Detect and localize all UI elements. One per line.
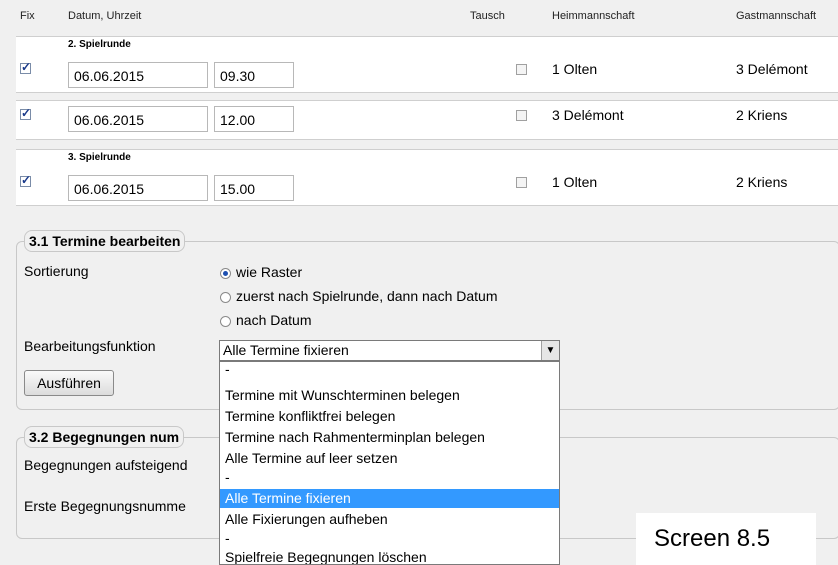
- table-row: 06.06.2015 09.30 1 Olten 3 Delémont: [16, 54, 838, 93]
- chevron-down-icon[interactable]: ▼: [541, 341, 559, 360]
- time-input[interactable]: 09.30: [214, 62, 294, 88]
- fix-checkbox[interactable]: [20, 173, 31, 187]
- dropdown-option[interactable]: Alle Termine auf leer setzen: [220, 449, 559, 468]
- tausch-checkbox[interactable]: [516, 64, 527, 75]
- dropdown-option[interactable]: -: [220, 468, 559, 487]
- fix-checkbox[interactable]: [20, 60, 31, 74]
- sort-option-label: zuerst nach Spielrunde, dann nach Datum: [236, 288, 498, 304]
- table-row: 06.06.2015 15.00 1 Olten 2 Kriens: [16, 167, 838, 206]
- dropdown-option[interactable]: Termine nach Rahmenterminplan belegen: [220, 428, 559, 447]
- fix-checkbox[interactable]: [20, 106, 31, 120]
- dropdown-option[interactable]: Termine mit Wunschterminen belegen: [220, 386, 559, 405]
- begegnungsnummer-label: Erste Begegnungsnumme: [24, 498, 186, 514]
- date-input[interactable]: 06.06.2015: [68, 106, 208, 132]
- dropdown-option[interactable]: -: [220, 362, 559, 379]
- dropdown-option[interactable]: Alle Fixierungen aufheben: [220, 510, 559, 529]
- col-header-gast: Gastmannschaft: [736, 10, 817, 22]
- home-team: 1 Olten: [552, 174, 598, 190]
- screen-caption: Screen 8.5: [636, 513, 816, 565]
- section-title-31: 3.1 Termine bearbeiten: [24, 230, 186, 252]
- sort-radio-raster[interactable]: [220, 268, 231, 279]
- dropdown-option[interactable]: Termine konfliktfrei belegen: [220, 407, 559, 426]
- round-header: 3. Spielrunde: [16, 149, 838, 168]
- col-header-tausch: Tausch: [470, 10, 505, 22]
- execute-button[interactable]: Ausführen: [24, 370, 114, 396]
- sort-radio-spielrunde[interactable]: [220, 292, 231, 303]
- col-header-fix: Fix: [20, 10, 35, 22]
- away-team: 2 Kriens: [736, 107, 788, 123]
- sort-option-label: nach Datum: [236, 312, 312, 328]
- round-label: 3. Spielrunde: [68, 152, 131, 163]
- dropdown-option[interactable]: Spielfreie Begegnungen löschen: [220, 548, 559, 564]
- home-team: 1 Olten: [552, 61, 598, 77]
- tausch-checkbox[interactable]: [516, 110, 527, 121]
- date-input[interactable]: 06.06.2015: [68, 175, 208, 201]
- away-team: 2 Kriens: [736, 174, 788, 190]
- table-row: 06.06.2015 12.00 3 Delémont 2 Kriens: [16, 100, 838, 140]
- tausch-checkbox[interactable]: [516, 177, 527, 188]
- time-input[interactable]: 15.00: [214, 175, 294, 201]
- time-input[interactable]: 12.00: [214, 106, 294, 132]
- col-header-heim: Heimmannschaft: [552, 10, 635, 22]
- func-label: Bearbeitungsfunktion: [24, 338, 156, 354]
- begegnungen-label: Begegnungen aufsteigend: [24, 457, 188, 473]
- dropdown-option-selected[interactable]: Alle Termine fixieren: [220, 489, 559, 508]
- round-label: 2. Spielrunde: [68, 39, 131, 50]
- col-header-datum: Datum, Uhrzeit: [68, 10, 142, 22]
- dropdown-option[interactable]: -: [220, 529, 559, 548]
- round-header: 2. Spielrunde: [16, 36, 838, 55]
- home-team: 3 Delémont: [552, 107, 624, 123]
- date-input[interactable]: 06.06.2015: [68, 62, 208, 88]
- func-select-value: Alle Termine fixieren: [223, 342, 349, 358]
- away-team: 3 Delémont: [736, 61, 808, 77]
- sort-radio-datum[interactable]: [220, 316, 231, 327]
- sort-label: Sortierung: [24, 263, 89, 279]
- sort-option-label: wie Raster: [236, 264, 303, 280]
- section-title-32: 3.2 Begegnungen num: [24, 426, 185, 448]
- func-dropdown-list: - Termine mit Wunschterminen belegen Ter…: [219, 361, 560, 565]
- func-select[interactable]: Alle Termine fixieren ▼: [219, 340, 560, 361]
